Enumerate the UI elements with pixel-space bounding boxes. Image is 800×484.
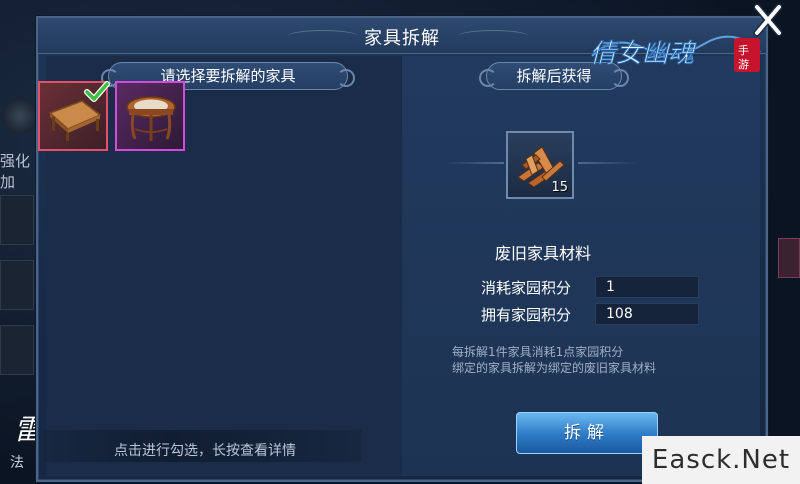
owned-points-value: 108 bbox=[595, 303, 699, 325]
background-button bbox=[0, 260, 34, 310]
owned-points-label: 拥有家园积分 bbox=[481, 306, 572, 324]
svg-text:倩女幽魂: 倩女幽魂 bbox=[590, 39, 697, 69]
decompose-button[interactable]: 拆解 bbox=[516, 412, 658, 454]
svg-text:游: 游 bbox=[738, 58, 749, 71]
svg-text:手: 手 bbox=[738, 43, 749, 57]
reward-ornament-left bbox=[444, 162, 504, 164]
close-icon[interactable] bbox=[750, 2, 786, 38]
note-line-2: 绑定的家具拆解为绑定的废旧家具材料 bbox=[452, 361, 657, 375]
note-line-1: 每拆解1件家具消耗1点家园积分 bbox=[452, 345, 624, 359]
round-stool-icon bbox=[126, 96, 176, 141]
reward-item-slot[interactable]: 15 bbox=[506, 131, 574, 199]
cost-points-label: 消耗家园积分 bbox=[481, 279, 572, 297]
furniture-slot-table[interactable] bbox=[38, 81, 110, 151]
watermark: Easck.Net bbox=[642, 436, 800, 484]
game-logo: 倩女幽魂 手 游 bbox=[590, 35, 761, 72]
reward-ornament-right bbox=[578, 162, 638, 164]
background-skill-icon bbox=[2, 98, 38, 134]
reward-count: 15 bbox=[551, 180, 568, 195]
furniture-slot-stool[interactable] bbox=[115, 81, 185, 151]
background-bottom-label: 法 bbox=[10, 455, 24, 471]
background-side-label: 强化加 bbox=[0, 152, 31, 191]
background-right-button bbox=[778, 238, 800, 278]
hint-text: 点击进行勾选，长按查看详情 bbox=[114, 443, 296, 459]
background-button bbox=[0, 195, 34, 245]
background-button bbox=[0, 325, 34, 375]
cost-points-value: 1 bbox=[595, 276, 699, 298]
reward-item-name: 废旧家具材料 bbox=[494, 244, 591, 263]
selected-check-icon bbox=[84, 81, 110, 102]
